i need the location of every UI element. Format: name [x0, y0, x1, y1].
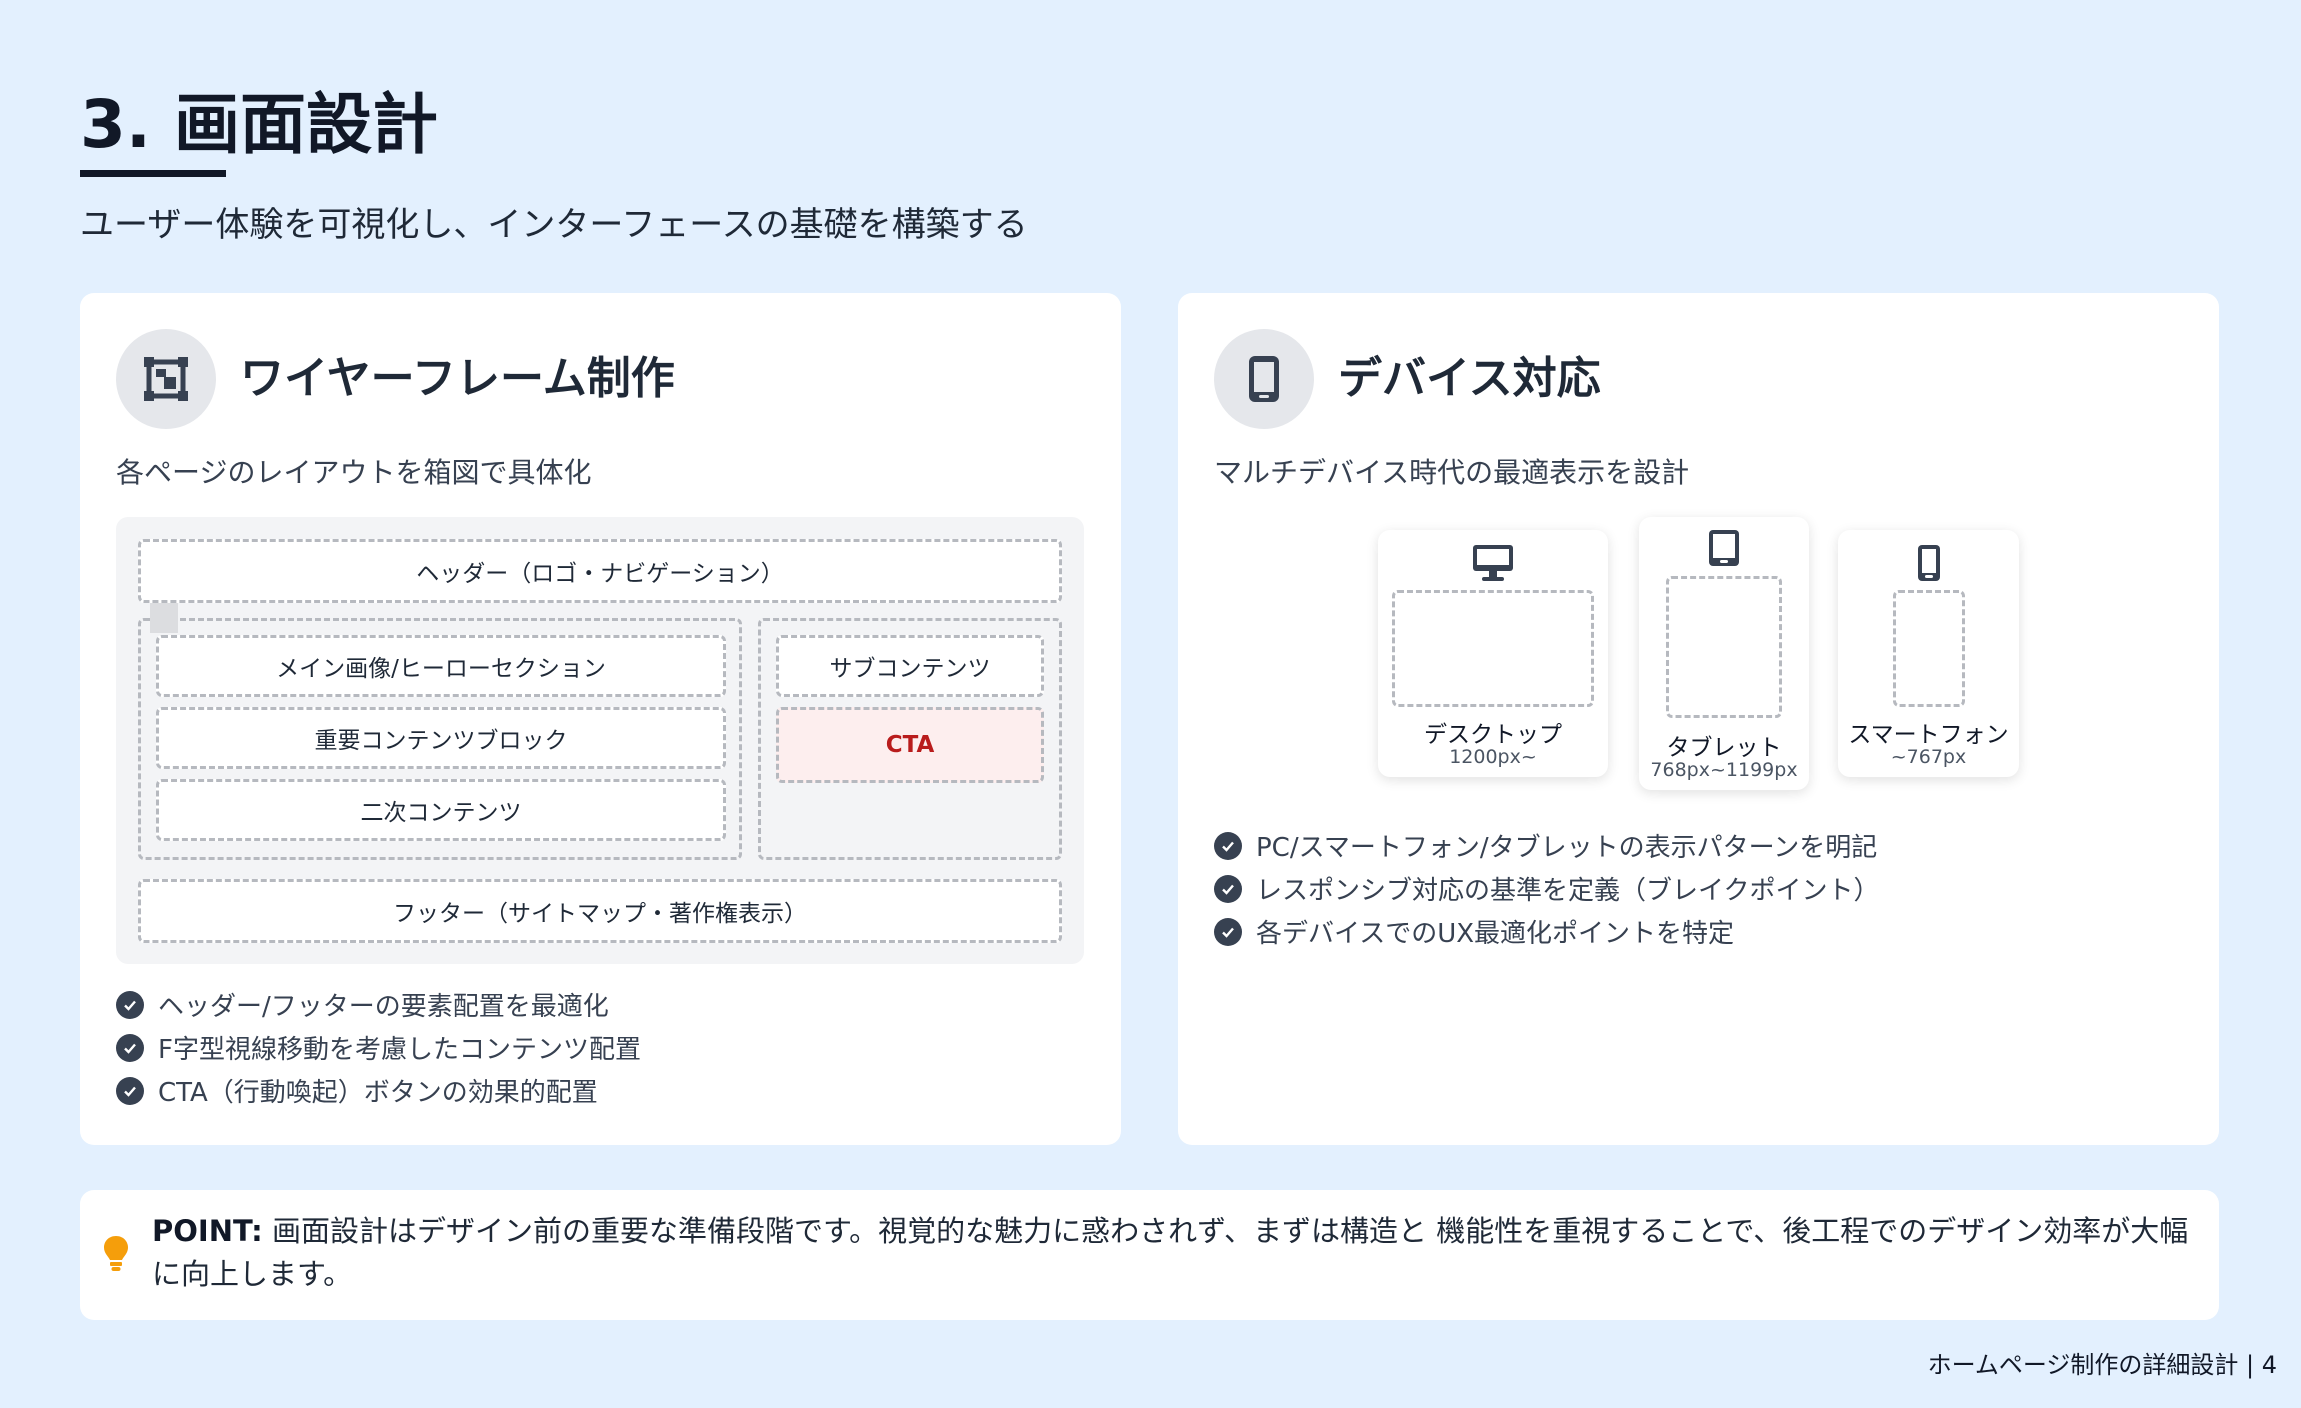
- wf-sub-content: サブコンテンツ: [776, 635, 1044, 697]
- list-item: レスポンシブ対応の基準を定義（ブレイクポイント）: [1214, 867, 1879, 910]
- page-title: 3. 画面設計: [80, 86, 438, 163]
- device-tablet: タブレット 768px~1199px: [1639, 517, 1809, 790]
- device-smartphone: スマートフォン ~767px: [1838, 530, 2019, 777]
- wf-footer-box: フッター（サイトマップ・著作権表示）: [138, 879, 1062, 943]
- tablet-screen: [1666, 576, 1782, 718]
- device-card: デバイス対応 マルチデバイス時代の最適表示を設計 デスクトップ 1200px~ …: [1178, 293, 2219, 1145]
- smartphone-icon: [1917, 545, 1940, 581]
- smartphone-screen: [1893, 590, 1965, 707]
- wf-header-box: ヘッダー（ロゴ・ナビゲーション）: [138, 539, 1062, 603]
- wireframe-diagram: ヘッダー（ロゴ・ナビゲーション） メイン画像/ヒーローセクション 重要コンテンツ…: [116, 517, 1084, 964]
- wf-main-item: 重要コンテンツブロック: [156, 707, 726, 769]
- list-item: ヘッダー/フッターの要素配置を最適化: [116, 983, 641, 1026]
- page-footer: ホームページ制作の詳細設計 | 4: [1927, 1351, 2277, 1379]
- point-body: 画面設計はデザイン前の重要な準備段階です。視覚的な魅力に惑わされず、まずは構造と…: [152, 1214, 2189, 1291]
- device-heading: デバイス対応: [1338, 353, 1601, 404]
- wireframe-card: ワイヤーフレーム制作 各ページのレイアウトを箱図で具体化 ヘッダー（ロゴ・ナビゲ…: [80, 293, 1121, 1145]
- wf-cta-box: CTA: [776, 707, 1044, 783]
- device-size: 768px~1199px: [1650, 759, 1798, 781]
- list-item: PC/スマートフォン/タブレットの表示パターンを明記: [1214, 824, 1879, 867]
- mobile-icon: [1214, 329, 1314, 429]
- tablet-icon: [1709, 530, 1739, 566]
- list-item: 各デバイスでのUX最適化ポイントを特定: [1214, 910, 1879, 953]
- point-text: POINT: 画面設計はデザイン前の重要な準備段階です。視覚的な魅力に惑わされず…: [152, 1210, 2192, 1296]
- wireframe-description: 各ページのレイアウトを箱図で具体化: [116, 456, 592, 489]
- device-size: 1200px~: [1449, 746, 1537, 768]
- device-name: スマートフォン: [1848, 722, 2009, 748]
- page-subtitle: ユーザー体験を可視化し、インターフェースの基礎を構築する: [80, 205, 1028, 245]
- device-checklist: PC/スマートフォン/タブレットの表示パターンを明記 レスポンシブ対応の基準を定…: [1214, 824, 1879, 953]
- device-name: デスクトップ: [1424, 722, 1562, 748]
- wireframe-icon: [116, 329, 216, 429]
- wf-main-item: 二次コンテンツ: [156, 779, 726, 841]
- list-item: CTA（行動喚起）ボタンの効果的配置: [116, 1069, 641, 1112]
- check-icon: [116, 990, 144, 1019]
- lightbulb-icon: [104, 1236, 128, 1271]
- check-icon: [116, 1076, 144, 1105]
- check-icon: [1214, 917, 1242, 946]
- check-icon: [1214, 874, 1242, 903]
- point-box: POINT: 画面設計はデザイン前の重要な準備段階です。視覚的な魅力に惑わされず…: [80, 1190, 2219, 1320]
- check-icon: [1214, 831, 1242, 860]
- desktop-icon: [1473, 545, 1513, 581]
- point-label: POINT:: [152, 1214, 263, 1248]
- device-desktop: デスクトップ 1200px~: [1378, 530, 1608, 777]
- wf-main-item: メイン画像/ヒーローセクション: [156, 635, 726, 697]
- list-item: F字型視線移動を考慮したコンテンツ配置: [116, 1026, 641, 1069]
- title-underline: [80, 170, 226, 177]
- device-size: ~767px: [1890, 746, 1967, 768]
- wireframe-checklist: ヘッダー/フッターの要素配置を最適化 F字型視線移動を考慮したコンテンツ配置 C…: [116, 983, 641, 1112]
- wireframe-heading: ワイヤーフレーム制作: [240, 353, 675, 404]
- desktop-screen: [1392, 590, 1594, 707]
- device-name: タブレット: [1666, 735, 1782, 761]
- device-description: マルチデバイス時代の最適表示を設計: [1214, 456, 1690, 489]
- check-icon: [116, 1033, 144, 1062]
